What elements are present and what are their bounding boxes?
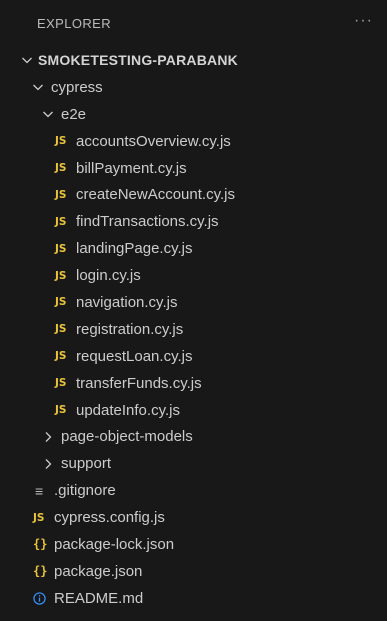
file-label: .gitignore: [54, 482, 116, 500]
js-file-icon: JS: [55, 350, 67, 363]
tree-item-file[interactable]: JS landingPage.cy.js: [0, 235, 387, 262]
chevron-down-icon: [29, 78, 47, 96]
file-label: requestLoan.cy.js: [76, 347, 193, 365]
root-folder-label: SMOKETESTING-PARABANK: [38, 52, 238, 69]
chevron-down-icon: [18, 51, 36, 69]
tree-item-file[interactable]: JS registration.cy.js: [0, 316, 387, 343]
js-file-icon: JS: [55, 269, 67, 282]
tree-item-file[interactable]: JS updateInfo.cy.js: [0, 397, 387, 424]
js-file-icon: JS: [55, 242, 67, 255]
file-label: createNewAccount.cy.js: [76, 186, 235, 204]
e2e-folder-label: e2e: [61, 105, 87, 123]
file-label: login.cy.js: [76, 267, 141, 285]
tree-item-cypress-config-file[interactable]: JS cypress.config.js: [0, 504, 387, 531]
tree-item-file[interactable]: JS requestLoan.cy.js: [0, 343, 387, 370]
info-icon: [33, 592, 50, 605]
tree-item-file[interactable]: JS findTransactions.cy.js: [0, 208, 387, 235]
file-label: landingPage.cy.js: [76, 240, 193, 258]
file-label: navigation.cy.js: [76, 293, 178, 311]
js-file-icon: JS: [55, 162, 67, 174]
tree-item-root-folder[interactable]: SMOKETESTING-PARABANK: [0, 47, 387, 74]
js-file-icon: JS: [55, 135, 67, 148]
file-label: package-lock.json: [54, 535, 175, 553]
chevron-right-icon: [39, 455, 57, 473]
file-label: billPayment.cy.js: [76, 159, 187, 177]
tree-item-file[interactable]: JS billPayment.cy.js: [0, 155, 387, 182]
tree-item-page-object-models-folder[interactable]: page-object-models: [0, 423, 387, 450]
tree-item-file[interactable]: JS login.cy.js: [0, 262, 387, 289]
gitignore-icon: ≡: [35, 482, 44, 499]
js-file-icon: JS: [55, 215, 67, 228]
file-label: README.md: [54, 589, 144, 607]
file-label: findTransactions.cy.js: [76, 213, 219, 231]
js-file-icon: JS: [55, 404, 67, 417]
js-file-icon: JS: [33, 511, 45, 524]
explorer-header: EXPLORER ···: [0, 0, 387, 46]
tree-item-support-folder[interactable]: support: [0, 450, 387, 477]
tree-item-cypress-folder[interactable]: cypress: [0, 74, 387, 101]
file-label: package.json: [54, 562, 143, 580]
js-file-icon: JS: [55, 323, 67, 336]
file-label: updateInfo.cy.js: [76, 401, 180, 419]
js-file-icon: JS: [55, 377, 67, 390]
tree-item-readme-file[interactable]: README.md: [0, 585, 387, 612]
explorer-panel: EXPLORER ··· SMOKETESTING-PARABANK cypre…: [0, 0, 387, 621]
page-object-models-folder-label: page-object-models: [61, 428, 193, 446]
tree-item-gitignore-file[interactable]: ≡ .gitignore: [0, 477, 387, 504]
more-actions-icon[interactable]: ···: [354, 12, 373, 30]
json-file-icon: {}: [33, 564, 48, 579]
file-label: registration.cy.js: [76, 320, 184, 338]
cypress-folder-label: cypress: [51, 78, 103, 96]
file-label: accountsOverview.cy.js: [76, 132, 231, 150]
file-tree: SMOKETESTING-PARABANK cypress e2e JS acc…: [0, 47, 387, 612]
support-folder-label: support: [61, 455, 112, 473]
tree-item-file[interactable]: JS accountsOverview.cy.js: [0, 128, 387, 155]
chevron-right-icon: [39, 428, 57, 446]
tree-item-file[interactable]: JS transferFunds.cy.js: [0, 370, 387, 397]
tree-item-e2e-folder[interactable]: e2e: [0, 101, 387, 128]
tree-item-package-file[interactable]: {} package.json: [0, 558, 387, 585]
json-file-icon: {}: [33, 537, 48, 552]
js-file-icon: JS: [55, 188, 67, 201]
tree-item-file[interactable]: JS createNewAccount.cy.js: [0, 181, 387, 208]
js-file-icon: JS: [55, 296, 67, 309]
explorer-title: EXPLORER: [37, 16, 112, 31]
tree-item-file[interactable]: JS navigation.cy.js: [0, 289, 387, 316]
tree-item-package-lock-file[interactable]: {} package-lock.json: [0, 531, 387, 558]
chevron-down-icon: [39, 105, 57, 123]
file-label: transferFunds.cy.js: [76, 374, 202, 392]
file-label: cypress.config.js: [54, 509, 165, 527]
